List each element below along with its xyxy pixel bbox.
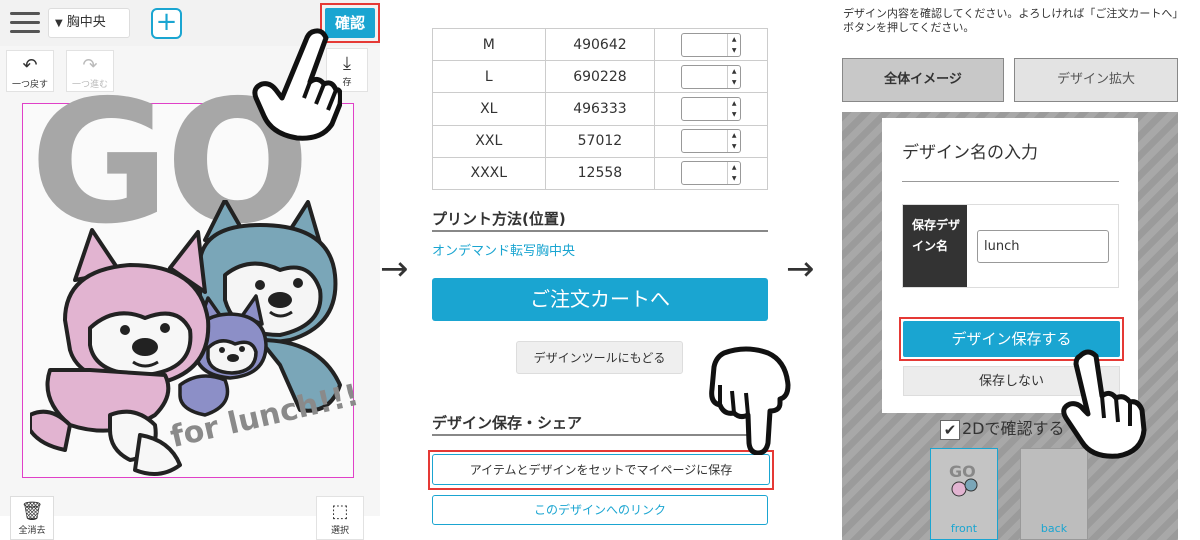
print-method-value[interactable]: オンデマンド転写胸中央	[432, 240, 575, 259]
size-cell: XXL	[432, 124, 546, 158]
quantity-stepper[interactable]: ▲ ▼	[681, 161, 742, 186]
quantity-cell: ▲ ▼	[654, 60, 768, 94]
print-position-select[interactable]: ▼ 胸中央	[48, 8, 130, 38]
table-row: XL 496333 ▲ ▼	[432, 92, 768, 126]
marquee-select-icon: ⬚	[331, 501, 349, 522]
thumb-back[interactable]: back	[1020, 448, 1088, 540]
arrow-right-icon: →	[380, 249, 409, 289]
chevron-down-icon: ▼	[55, 18, 63, 29]
delete-all-button[interactable]: 🗑 全消去	[10, 496, 54, 540]
thumb-front[interactable]: GO front	[930, 448, 998, 540]
quantity-cell: ▲ ▼	[654, 124, 768, 158]
divider	[432, 230, 768, 232]
menu-icon[interactable]	[10, 12, 40, 36]
spin-arrows-icon[interactable]: ▲ ▼	[727, 33, 740, 56]
size-cell: L	[432, 60, 546, 94]
check-2d-label: 2Dで確認する	[962, 419, 1065, 438]
add-item-button[interactable]: +	[151, 8, 182, 39]
svg-text:GO: GO	[949, 462, 976, 481]
trash-icon: 🗑	[20, 501, 44, 522]
thumb-back-label: back	[1040, 522, 1068, 535]
design-thumbnail-image: GO	[949, 462, 978, 497]
stock-cell: 490642	[544, 27, 656, 62]
quantity-stepper[interactable]: ▲ ▼	[681, 96, 742, 121]
tab-overall-image[interactable]: 全体イメージ	[842, 58, 1004, 102]
table-row: XXXL 12558 ▲ ▼	[432, 156, 768, 191]
size-cell: XXXL	[432, 156, 546, 191]
quantity-stepper[interactable]: ▲ ▼	[681, 129, 742, 154]
save-item-design-button[interactable]: アイテムとデザインをセットでマイページに保存	[432, 454, 770, 485]
quantity-stepper[interactable]: ▲ ▼	[681, 64, 742, 89]
spin-arrows-icon[interactable]: ▲ ▼	[727, 65, 740, 88]
select-tool-button[interactable]: ⬚ 選択	[316, 496, 364, 540]
design-name-label: 保存デザイン名	[903, 205, 967, 287]
size-cell: M	[432, 27, 546, 62]
thumb-front-label: front	[950, 522, 978, 535]
design-confirm-panel: デザイン内容を確認してください。よろしければ「ご注文カートへ」ボタンを押してくだ…	[840, 0, 1200, 540]
pointing-hand-icon	[1061, 349, 1147, 459]
tab-design-zoom[interactable]: デザイン拡大	[1014, 58, 1178, 102]
spin-arrows-icon[interactable]: ▲ ▼	[727, 162, 740, 185]
table-row: L 690228 ▲ ▼	[432, 60, 768, 94]
quantity-stepper[interactable]: ▲ ▼	[681, 32, 742, 57]
stock-cell: 57012	[544, 124, 656, 158]
table-row: XXL 57012 ▲ ▼	[432, 124, 768, 158]
delete-all-label: 全消去	[18, 526, 46, 536]
table-row: M 490642 ▲ ▼	[432, 27, 768, 62]
checkmark-icon[interactable]: ✔	[940, 419, 960, 440]
select-tool-label: 選択	[330, 526, 349, 536]
size-cell: XL	[432, 92, 546, 126]
back-to-design-tool-button[interactable]: デザインツールにもどる	[516, 341, 683, 374]
confirm-instruction-text: デザイン内容を確認してください。よろしければ「ご注文カートへ」ボタンを押してくだ…	[843, 7, 1178, 34]
view-tabs: 全体イメージ デザイン拡大	[842, 58, 1178, 102]
design-name-input[interactable]: lunch	[977, 230, 1109, 263]
pointing-hand-icon	[252, 28, 342, 141]
design-link-button[interactable]: このデザインへのリンク	[432, 495, 768, 525]
quantity-cell: ▲ ▼	[654, 92, 768, 126]
quantity-cell: ▲ ▼	[654, 27, 768, 62]
stock-cell: 690228	[544, 60, 656, 94]
quantity-cell: ▲ ▼	[654, 156, 768, 191]
design-name-row: 保存デザイン名 lunch	[902, 204, 1119, 288]
arrow-right-icon: →	[786, 249, 815, 289]
check-2d-toggle[interactable]: ✔ 2Dで確認する	[940, 415, 1065, 440]
save-share-heading: デザイン保存・シェア	[432, 414, 583, 432]
size-quantity-table: M 490642 ▲ ▼ L 690228 ▲ ▼ XL 496333 ▲ ▼ XXL…	[432, 27, 768, 191]
divider	[902, 181, 1119, 182]
spin-arrows-icon[interactable]: ▲ ▼	[727, 97, 740, 120]
order-cart-button[interactable]: ご注文カートへ	[432, 278, 768, 321]
design-tool-panel: ▼ 胸中央 + 確認 ↶ 一つ戻す ↷ 一つ進む ⤓ 存 GO for lunc…	[0, 0, 380, 540]
save-tool-label: 存	[342, 78, 352, 88]
pointing-hand-icon	[709, 346, 791, 455]
print-method-heading: プリント方法(位置)	[432, 210, 566, 228]
stock-cell: 12558	[544, 156, 656, 191]
modal-title: デザイン名の入力	[902, 143, 1038, 163]
print-position-value: 胸中央	[66, 15, 106, 30]
order-summary-panel: M 490642 ▲ ▼ L 690228 ▲ ▼ XL 496333 ▲ ▼ XXL…	[420, 0, 800, 540]
spin-arrows-icon[interactable]: ▲ ▼	[727, 130, 740, 153]
stock-cell: 496333	[544, 92, 656, 126]
